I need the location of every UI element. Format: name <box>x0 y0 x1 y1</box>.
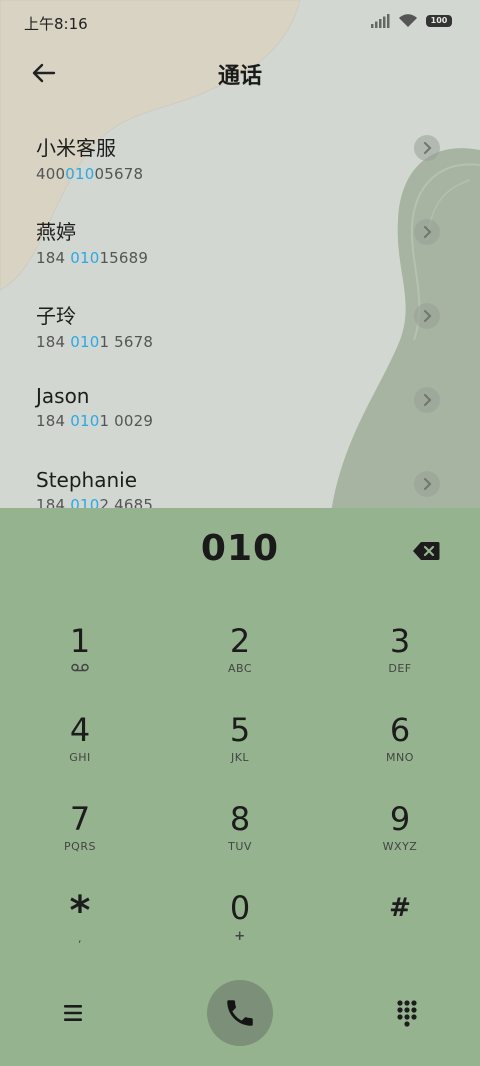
menu-button[interactable] <box>58 1000 88 1026</box>
key-5[interactable]: 5 JKL <box>185 711 295 791</box>
key-letters <box>25 662 135 675</box>
number-suffix: 1 5678 <box>99 333 154 351</box>
contact-item[interactable]: 小米客服 40001005678 <box>0 120 480 204</box>
dialpad-icon <box>397 1000 417 1027</box>
key-digit: 5 <box>229 711 251 749</box>
number-suffix: 05678 <box>94 165 144 183</box>
contact-results-list: 小米客服 40001005678 燕婷 184 01015689 子玲 184 … <box>0 120 480 508</box>
key-digit: 3 <box>389 622 411 660</box>
page-title: 通话 <box>217 64 262 89</box>
contact-detail-button[interactable] <box>414 135 440 161</box>
contact-name: 子玲 <box>36 304 76 328</box>
contact-item[interactable]: 子玲 184 0101 5678 <box>0 288 480 372</box>
key-digit: 0 <box>229 889 251 927</box>
number-match-highlight: 010 <box>70 496 100 508</box>
chevron-right-icon <box>424 310 432 322</box>
number-prefix: 184 <box>36 496 71 508</box>
contact-name: 小米客服 <box>36 136 116 160</box>
key-letters: + <box>234 929 246 944</box>
contact-detail-button[interactable] <box>414 471 440 497</box>
key-digit: # <box>389 893 411 923</box>
wifi-icon <box>399 14 417 27</box>
contact-detail-button[interactable] <box>414 219 440 245</box>
delete-button[interactable] <box>412 541 440 561</box>
key-8[interactable]: 8 TUV <box>185 800 295 880</box>
key-1[interactable]: 1 <box>25 622 135 702</box>
chevron-right-icon <box>424 394 432 406</box>
contact-item[interactable]: Stephanie 184 0102 4685 <box>0 456 480 508</box>
key-letters: TUV <box>228 840 252 853</box>
key-3[interactable]: 3 DEF <box>345 622 455 702</box>
key-7[interactable]: 7 PQRS <box>25 800 135 880</box>
key-letters: MNO <box>386 751 414 764</box>
voicemail-icon <box>71 663 89 672</box>
key-letters: JKL <box>230 751 250 764</box>
key-digit: 9 <box>389 800 411 838</box>
key-0[interactable]: 0 + <box>185 889 295 969</box>
key-hash[interactable]: # <box>345 889 455 969</box>
key-6[interactable]: 6 MNO <box>345 711 455 791</box>
number-suffix: 2 4685 <box>99 496 154 508</box>
status-icons: 100 <box>370 14 452 28</box>
key-letters: ABC <box>227 662 253 675</box>
contact-number: 40001005678 <box>36 161 480 183</box>
chevron-right-icon <box>424 226 432 238</box>
menu-icon <box>64 1005 82 1021</box>
number-match-highlight: 010 <box>70 249 100 267</box>
dialpad-action-bar <box>0 980 480 1046</box>
chevron-right-icon <box>424 478 432 490</box>
status-time: 上午8:16 <box>24 15 88 33</box>
key-4[interactable]: 4 GHI <box>25 711 135 791</box>
contact-number: 184 0101 5678 <box>36 329 480 351</box>
number-suffix: 1 0029 <box>99 412 154 430</box>
contact-item[interactable]: Jason 184 0101 0029 <box>0 372 480 456</box>
key-2[interactable]: 2 ABC <box>185 622 295 702</box>
dialed-number-display: 010 <box>200 528 280 569</box>
key-letters: WXYZ <box>382 840 418 853</box>
number-prefix: 184 <box>36 412 71 430</box>
contact-item[interactable]: 燕婷 184 01015689 <box>0 204 480 288</box>
key-letters: , <box>78 932 82 945</box>
key-digit: 8 <box>229 800 251 838</box>
key-digit: * <box>69 888 91 934</box>
key-letters: PQRS <box>64 840 96 853</box>
number-suffix: 15689 <box>99 249 149 267</box>
contact-name: 燕婷 <box>36 220 76 244</box>
number-prefix: 184 <box>36 333 71 351</box>
number-match-highlight: 010 <box>70 333 100 351</box>
contact-detail-button[interactable] <box>414 303 440 329</box>
hide-dialpad-button[interactable] <box>396 998 418 1028</box>
number-prefix: 184 <box>36 249 71 267</box>
chevron-right-icon <box>424 142 432 154</box>
signal-icon <box>371 14 390 28</box>
contact-number: 184 0101 0029 <box>36 408 480 430</box>
key-digit: 6 <box>389 711 411 749</box>
key-9[interactable]: 9 WXYZ <box>345 800 455 880</box>
battery-icon: 100 <box>426 15 452 27</box>
phone-icon <box>227 1000 253 1026</box>
key-digit: 1 <box>69 622 91 660</box>
number-match-highlight: 010 <box>65 165 95 183</box>
header: 通话 <box>0 50 480 96</box>
number-prefix: 400 <box>36 165 66 183</box>
call-button[interactable] <box>207 980 273 1046</box>
key-digit: 2 <box>229 622 251 660</box>
backspace-icon <box>413 542 440 560</box>
key-digit: 4 <box>69 711 91 749</box>
status-bar: 上午8:16 100 <box>0 0 480 44</box>
contact-detail-button[interactable] <box>414 387 440 413</box>
key-star[interactable]: * , <box>25 888 135 972</box>
key-letters: DEF <box>388 662 412 675</box>
contact-number: 184 0102 4685 <box>36 492 480 508</box>
key-letters: GHI <box>69 751 91 764</box>
key-digit: 7 <box>69 800 91 838</box>
number-match-highlight: 010 <box>70 412 100 430</box>
contact-number: 184 01015689 <box>36 245 480 267</box>
dialpad: 010 1 2 ABC 3 DEF 4 GHI 5 JKL 6 MNO 7 PQ… <box>0 508 480 1066</box>
